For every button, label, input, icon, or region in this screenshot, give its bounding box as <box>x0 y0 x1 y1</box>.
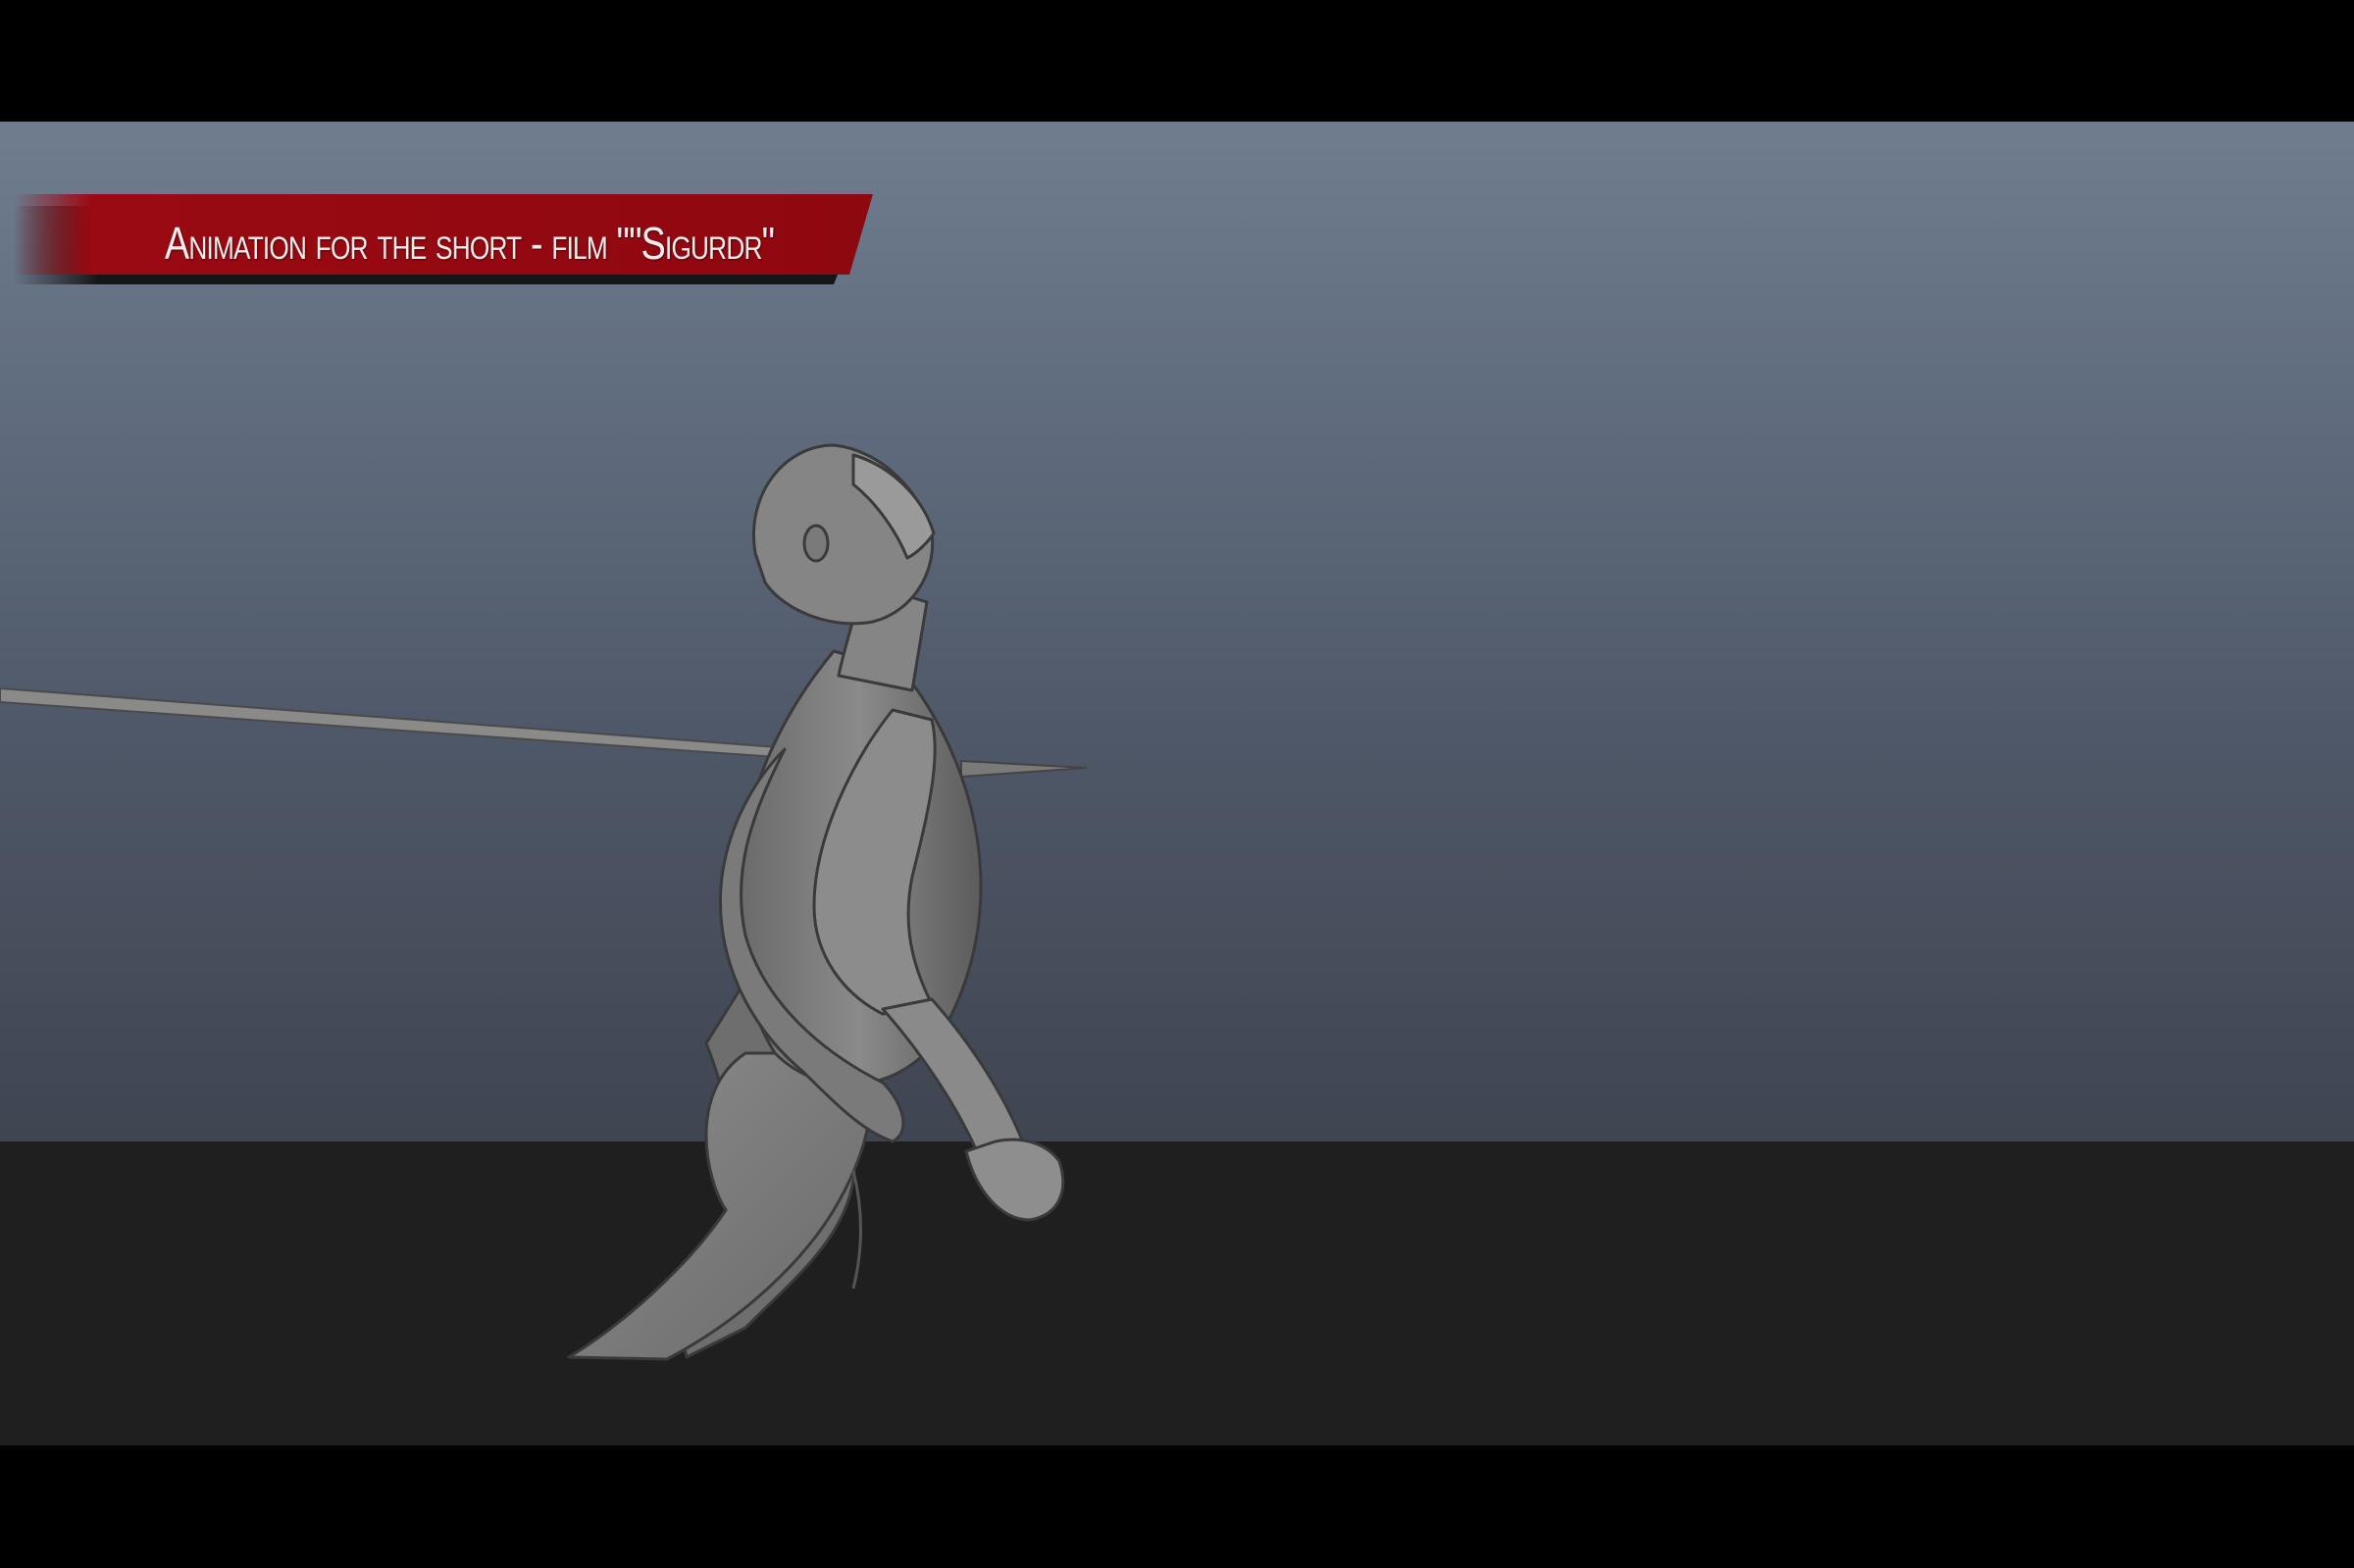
title-banner: Animation for the short - film ""Sigurdr… <box>14 194 877 292</box>
humanoid-figure <box>567 443 1065 1361</box>
video-frame: Animation for the short - film ""Sigurdr… <box>0 0 2354 1568</box>
banner-title: Animation for the short - film ""Sigurdr… <box>165 218 775 269</box>
scene-render <box>0 443 1088 1361</box>
3d-viewport: Animation for the short - film ""Sigurdr… <box>0 122 2354 1445</box>
